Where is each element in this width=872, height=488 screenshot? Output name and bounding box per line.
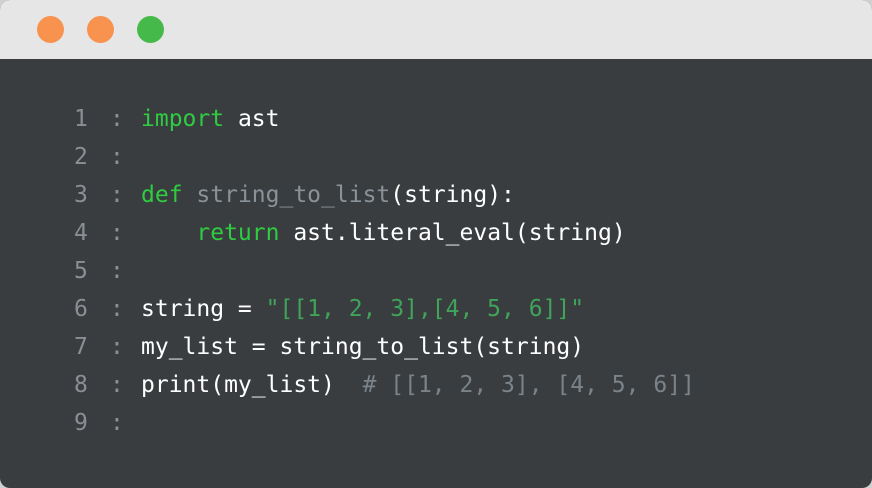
code-token: "[[1, 2, 3],[4, 5, 6]]" [265,296,585,322]
line-source: import ast [141,100,279,138]
window-titlebar [0,0,872,59]
code-token: import [141,106,225,132]
code-token: def [141,182,183,208]
line-source: print(my_list) # [[1, 2, 3], [4, 5, 6]] [141,366,695,404]
code-line: 4: return ast.literal_eval(string) [0,214,872,252]
minimize-window-icon[interactable] [87,16,114,43]
line-separator: : [110,334,124,360]
line-number: 5 [74,258,88,284]
line-separator: : [110,144,124,170]
line-source: return ast.literal_eval(string) [141,214,626,252]
line-source: string = "[[1, 2, 3],[4, 5, 6]]" [141,290,584,328]
line-separator: : [110,182,124,208]
line-number: 4 [74,220,88,246]
code-token: # [[1, 2, 3], [4, 5, 6]] [362,372,695,398]
line-separator: : [110,372,124,398]
code-line: 5: [0,252,872,290]
code-line: 6: string = "[[1, 2, 3],[4, 5, 6]]" [0,290,872,328]
code-token: string_to_list [196,182,391,208]
code-token: ast.literal_eval(string) [279,220,626,246]
code-line: 3: def string_to_list(string): [0,176,872,214]
line-number: 2 [74,144,88,170]
code-line: 7: my_list = string_to_list(string) [0,328,872,366]
line-number: 3 [74,182,88,208]
line-separator: : [110,220,124,246]
code-token: my_list = string_to_list(string) [141,334,585,360]
code-token: ast [224,106,280,132]
line-number: 7 [74,334,88,360]
line-source: my_list = string_to_list(string) [141,328,584,366]
code-line: 8: print(my_list) # [[1, 2, 3], [4, 5, 6]… [0,366,872,404]
line-number: 6 [74,296,88,322]
close-window-icon[interactable] [37,16,64,43]
code-line: 1: import ast [0,100,872,138]
code-token: string = [141,296,266,322]
code-token: (string): [390,182,515,208]
line-source: def string_to_list(string): [141,176,515,214]
line-number: 9 [74,410,88,436]
code-token: return [196,220,280,246]
code-line: 9: [0,404,872,442]
line-number: 1 [74,106,88,132]
line-separator: : [110,106,124,132]
line-separator: : [110,258,124,284]
line-number: 8 [74,372,88,398]
code-line: 2: [0,138,872,176]
code-window: 1: import ast 2:3: def string_to_list(strin… [0,0,872,488]
line-separator: : [110,410,124,436]
code-token: print(my_list) [141,372,363,398]
code-block: 1: import ast 2:3: def string_to_list(strin… [0,100,872,442]
maximize-window-icon[interactable] [137,16,164,43]
line-separator: : [110,296,124,322]
